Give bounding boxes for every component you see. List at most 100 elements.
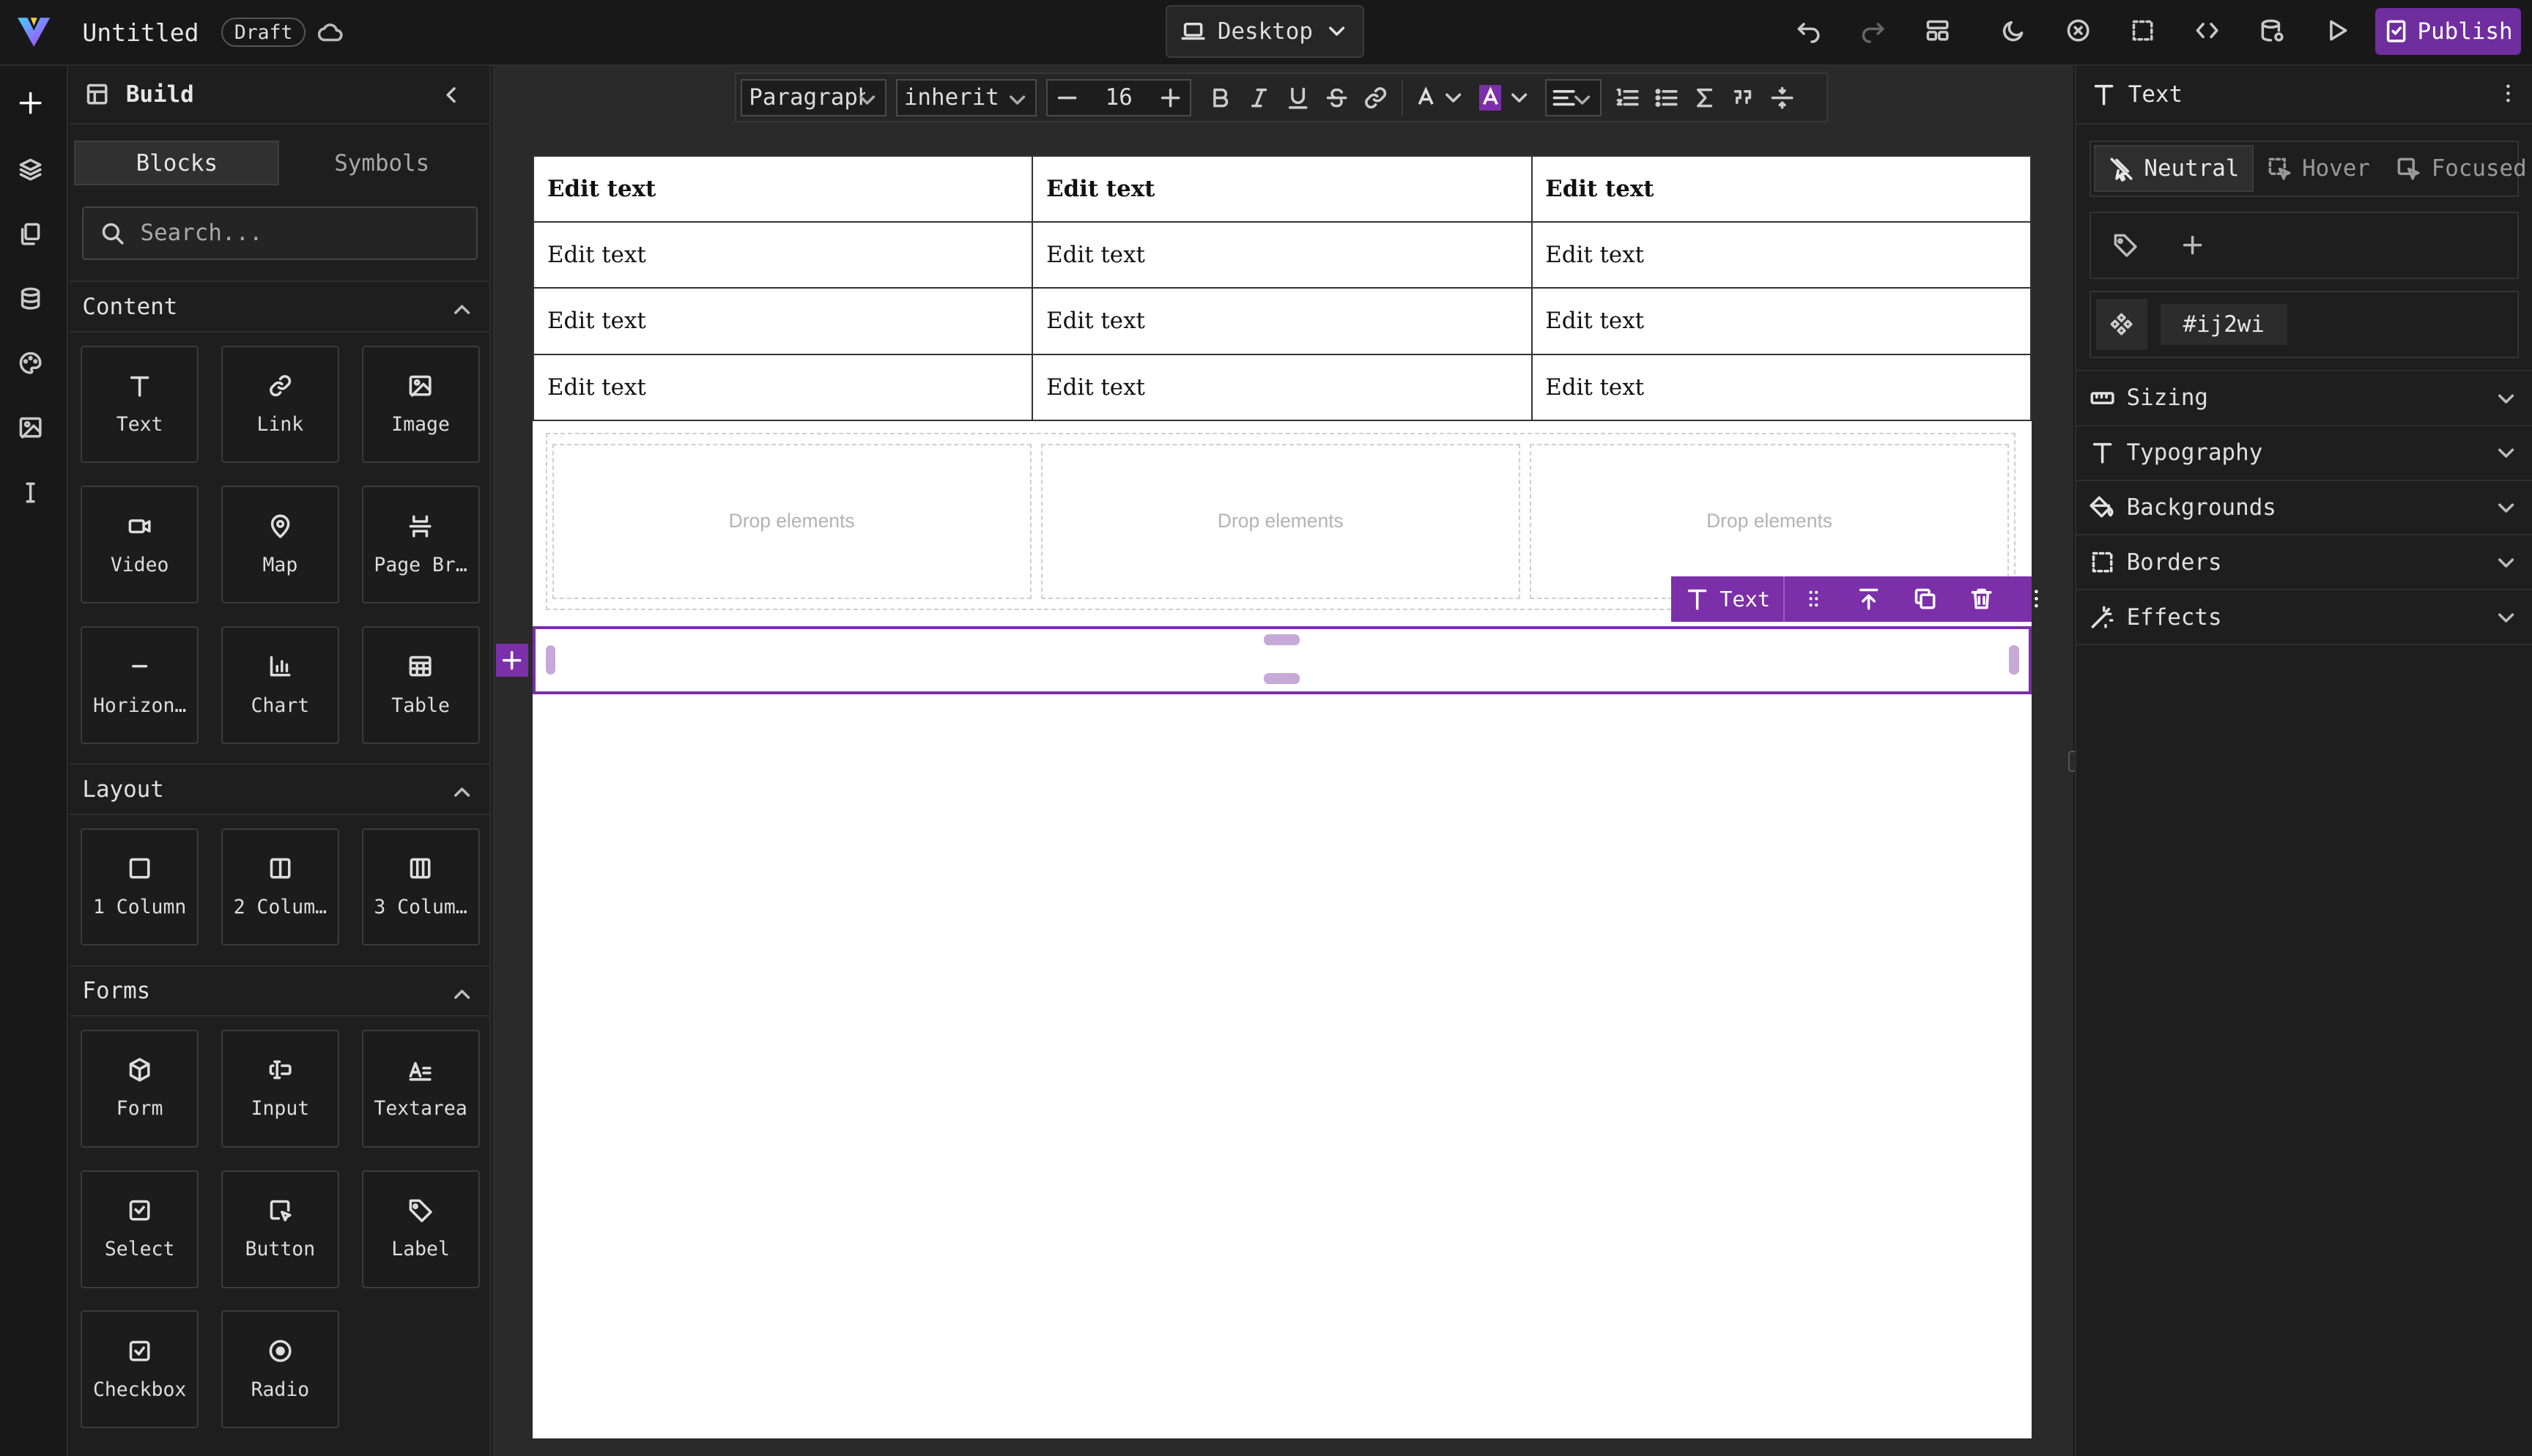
table-cell[interactable]: Edit text xyxy=(1530,220,2032,289)
block-three-column[interactable]: 3 Colum… xyxy=(361,828,480,946)
component-icon[interactable] xyxy=(2095,298,2148,351)
state-focused[interactable]: Focused xyxy=(2383,145,2532,192)
block-input[interactable]: Input xyxy=(221,1030,339,1148)
state-neutral[interactable]: Neutral xyxy=(2094,145,2254,193)
add-element-button[interactable] xyxy=(495,644,528,677)
delete-icon[interactable] xyxy=(1969,586,1994,612)
device-selector[interactable]: Desktop xyxy=(1166,4,1365,59)
drop-zone[interactable]: Drop elements xyxy=(1040,443,1520,599)
duplicate-icon[interactable] xyxy=(1912,586,1938,612)
table-header-cell[interactable]: Edit text xyxy=(533,155,1034,223)
quote-icon[interactable] xyxy=(1730,85,1756,111)
block-label[interactable]: Label xyxy=(361,1170,480,1288)
select-outline-icon[interactable] xyxy=(2130,18,2155,43)
section-forms-header[interactable]: Forms xyxy=(69,965,490,1017)
select-parent-icon[interactable] xyxy=(1856,586,1881,612)
section-borders[interactable]: Borders xyxy=(2076,535,2532,591)
drop-zone[interactable]: Drop elements xyxy=(552,443,1032,599)
chevron-left-icon[interactable] xyxy=(438,82,464,108)
clear-icon[interactable] xyxy=(2065,18,2091,43)
block-image[interactable]: Image xyxy=(361,345,480,464)
block-form[interactable]: Form xyxy=(81,1030,199,1148)
block-horizontal-rule[interactable]: Horizon… xyxy=(81,626,199,744)
element-id[interactable]: #ij2wi xyxy=(2160,304,2287,345)
resize-handle-top[interactable] xyxy=(1264,634,1300,646)
block-one-column[interactable]: 1 Column xyxy=(81,828,199,946)
block-chart[interactable]: Chart xyxy=(221,626,339,744)
code-icon[interactable] xyxy=(2194,18,2220,43)
tab-symbols[interactable]: Symbols xyxy=(279,141,484,186)
document-title[interactable]: Untitled xyxy=(82,18,199,47)
block-type-select[interactable]: Paragraph xyxy=(741,78,886,116)
table-header-cell[interactable]: Edit text xyxy=(1530,155,2032,223)
cloud-sync-icon[interactable] xyxy=(318,20,344,45)
resize-handle-left[interactable] xyxy=(545,645,555,675)
strikethrough-icon[interactable] xyxy=(1324,85,1350,111)
table-cell[interactable]: Edit text xyxy=(1032,220,1533,289)
more-vertical-icon[interactable] xyxy=(2025,587,2048,610)
palette-icon[interactable] xyxy=(18,350,43,376)
table-cell[interactable]: Edit text xyxy=(1530,353,2032,422)
add-class-icon[interactable] xyxy=(2180,232,2205,258)
resize-handle-bottom[interactable] xyxy=(1264,672,1300,685)
plus-icon[interactable] xyxy=(1158,85,1183,111)
link-icon[interactable] xyxy=(1363,85,1388,111)
font-size-value[interactable]: 16 xyxy=(1106,84,1133,111)
block-checkbox[interactable]: Checkbox xyxy=(81,1310,199,1429)
table-cell[interactable]: Edit text xyxy=(1032,353,1533,422)
text-cursor-icon[interactable] xyxy=(18,480,43,505)
assets-icon[interactable] xyxy=(18,415,43,440)
section-sizing[interactable]: Sizing xyxy=(2076,371,2532,426)
block-text[interactable]: Text xyxy=(81,345,199,464)
bullet-list-icon[interactable] xyxy=(1654,85,1679,111)
moon-icon[interactable] xyxy=(2001,18,2026,43)
block-link[interactable]: Link xyxy=(221,345,339,464)
block-textarea[interactable]: Textarea xyxy=(361,1030,480,1148)
app-logo[interactable] xyxy=(0,0,68,64)
add-block-icon[interactable] xyxy=(18,90,43,116)
divider-icon[interactable] xyxy=(1769,85,1795,111)
sigma-icon[interactable] xyxy=(1692,85,1717,111)
block-table[interactable]: Table xyxy=(361,626,480,744)
align-select[interactable] xyxy=(1544,78,1602,116)
minus-icon[interactable] xyxy=(1054,85,1080,111)
block-map[interactable]: Map xyxy=(221,486,339,604)
section-layout-header[interactable]: Layout xyxy=(69,763,490,815)
block-button[interactable]: Button xyxy=(221,1170,339,1288)
undo-icon[interactable] xyxy=(1796,18,1821,44)
section-typography[interactable]: Typography xyxy=(2076,426,2532,481)
block-two-column[interactable]: 2 Colum… xyxy=(221,828,339,946)
database-settings-icon[interactable] xyxy=(2259,18,2285,43)
section-effects[interactable]: Effects xyxy=(2076,590,2532,646)
section-backgrounds[interactable]: Backgrounds xyxy=(2076,481,2532,536)
underline-icon[interactable] xyxy=(1285,85,1311,111)
publish-button[interactable]: Publish xyxy=(2375,8,2521,55)
database-icon[interactable] xyxy=(18,286,43,311)
selected-text-element[interactable] xyxy=(533,626,2032,694)
redo-icon[interactable] xyxy=(1860,18,1886,44)
table-cell[interactable]: Edit text xyxy=(1530,287,2032,355)
bold-icon[interactable] xyxy=(1207,85,1233,111)
highlight-color-picker[interactable] xyxy=(1478,84,1533,111)
ordered-list-icon[interactable] xyxy=(1615,85,1640,111)
tab-blocks[interactable]: Blocks xyxy=(74,140,280,186)
block-select[interactable]: Select xyxy=(81,1170,199,1288)
block-video[interactable]: Video xyxy=(81,486,199,604)
table-cell[interactable]: Edit text xyxy=(1032,287,1533,355)
table-cell[interactable]: Edit text xyxy=(533,353,1034,422)
section-content-header[interactable]: Content xyxy=(69,281,490,333)
font-select[interactable]: inherit xyxy=(896,78,1037,116)
pages-icon[interactable] xyxy=(18,221,43,247)
table-header-cell[interactable]: Edit text xyxy=(1032,155,1533,223)
italic-icon[interactable] xyxy=(1246,85,1272,111)
state-hover[interactable]: Hover xyxy=(2254,145,2383,192)
search-input[interactable] xyxy=(140,220,464,247)
resize-handle-right[interactable] xyxy=(2009,645,2019,675)
play-icon[interactable] xyxy=(2324,18,2350,43)
table-cell[interactable]: Edit text xyxy=(533,287,1034,355)
more-vertical-icon[interactable] xyxy=(2497,82,2520,105)
drag-handle-icon[interactable] xyxy=(1802,587,1825,610)
layers-icon[interactable] xyxy=(18,157,43,182)
block-radio[interactable]: Radio xyxy=(221,1310,339,1429)
layout-icon[interactable] xyxy=(1925,18,1950,43)
